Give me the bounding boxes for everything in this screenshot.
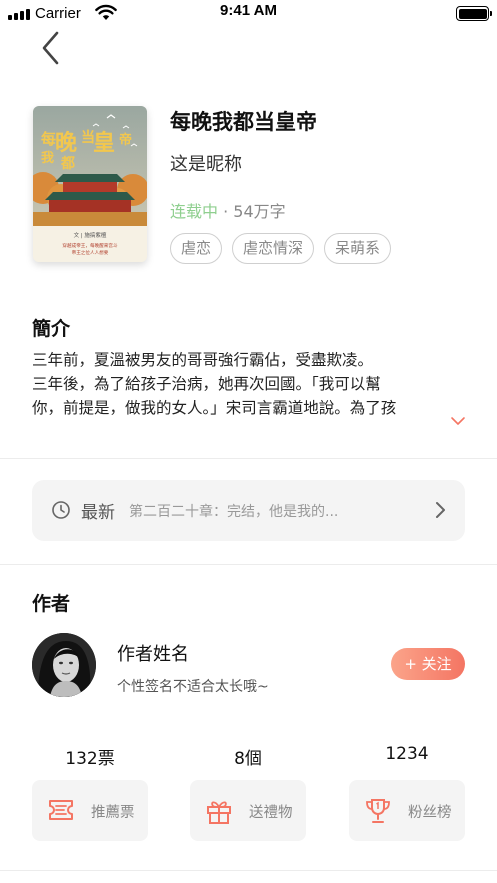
- author-heading: 作者: [32, 593, 71, 615]
- follow-button[interactable]: + 关注: [391, 648, 465, 680]
- word-count: 54万字: [233, 202, 286, 221]
- intro-heading: 簡介: [32, 318, 71, 340]
- recommend-ticket-count: 132票: [65, 749, 115, 769]
- book-status: 连载中 · 54万字: [170, 198, 286, 222]
- book-title: 每晚我都当皇帝: [170, 110, 317, 134]
- expand-chevron-icon[interactable]: [449, 414, 467, 428]
- battery-icon: [456, 6, 492, 21]
- intro-line: 你，前提是，做我的女人。」宋司言霸道地說。為了孩: [32, 399, 397, 417]
- tag-chip[interactable]: 呆萌系: [324, 233, 392, 264]
- recommend-ticket-label: 推薦票: [91, 805, 135, 821]
- avatar[interactable]: [32, 633, 96, 697]
- author-name: 作者姓名: [117, 644, 189, 665]
- intro-line: 三年後，為了給孩子治病，她再次回國。「我可以幫: [32, 375, 381, 393]
- cover-promo-line: 穿越成帝王，每晚醒来宫斗: [62, 242, 118, 249]
- trophy-icon: [366, 799, 390, 823]
- cover-title-char: 晚: [55, 130, 77, 156]
- fan-rank-label: 粉丝榜: [408, 805, 452, 821]
- send-gift-label: 送禮物: [249, 805, 293, 821]
- status-bar: Carrier 9:41 AM: [0, 0, 497, 28]
- recommend-ticket-button[interactable]: 推薦票: [32, 780, 148, 841]
- divider: [0, 458, 497, 459]
- cover-title-char: 我: [41, 150, 54, 166]
- book-nickname: 这是昵称: [170, 154, 242, 175]
- tag-chip[interactable]: 虐恋情深: [232, 233, 315, 264]
- author-signature: 个性签名不适合太长哦~: [117, 679, 269, 695]
- avatar-image: [32, 633, 96, 697]
- send-gift-button[interactable]: 送禮物: [190, 780, 306, 841]
- ticket-icon: [49, 800, 73, 820]
- clock-time: 9:41 AM: [220, 2, 277, 19]
- intro-text: 三年前，夏溫被男友的哥哥強行霸佔，受盡欺凌。 三年後，為了給孩子治病，她再次回國…: [32, 348, 442, 420]
- chevron-right-icon: [436, 502, 445, 518]
- intro-line: 三年前，夏溫被男友的哥哥強行霸佔，受盡欺凌。: [32, 351, 374, 369]
- cover-title-char: 帝: [119, 132, 132, 148]
- divider: [0, 870, 497, 871]
- divider: [0, 564, 497, 565]
- book-cover[interactable]: 每 晚 我 都 当 皇 帝 文 | 施搞紫檀 穿越成帝王，每晚醒来宫斗 帝王之位…: [33, 106, 147, 262]
- cover-author-line: 文 | 施搞紫檀: [74, 231, 107, 239]
- cover-title-char: 每: [41, 130, 56, 148]
- back-arrow-icon[interactable]: [38, 30, 64, 66]
- cover-title-char: 都: [60, 156, 75, 172]
- book-cover-art: 每 晚 我 都 当 皇 帝 文 | 施搞紫檀 穿越成帝王，每晚醒来宫斗 帝王之位…: [33, 106, 147, 262]
- tag-chip[interactable]: 虐恋: [170, 233, 223, 264]
- latest-label: 最新: [81, 503, 115, 523]
- fan-rank-count: 1234: [385, 744, 429, 764]
- status-separator: ·: [223, 202, 229, 221]
- tag-list: 虐恋 虐恋情深 呆萌系: [170, 233, 392, 264]
- cover-title-char: 皇: [93, 130, 115, 156]
- gift-icon: [207, 801, 231, 824]
- cover-promo-line: 帝王之位人人想要: [72, 249, 109, 256]
- clock-icon: [52, 501, 70, 519]
- serial-status: 连载中: [170, 202, 219, 221]
- fan-rank-button[interactable]: 粉丝榜: [349, 780, 465, 841]
- gift-count: 8個: [234, 749, 262, 769]
- latest-chapter-row[interactable]: 最新 第二百二十章：完结，他是我的...: [32, 480, 465, 541]
- latest-chapter-title: 第二百二十章：完结，他是我的...: [129, 504, 339, 520]
